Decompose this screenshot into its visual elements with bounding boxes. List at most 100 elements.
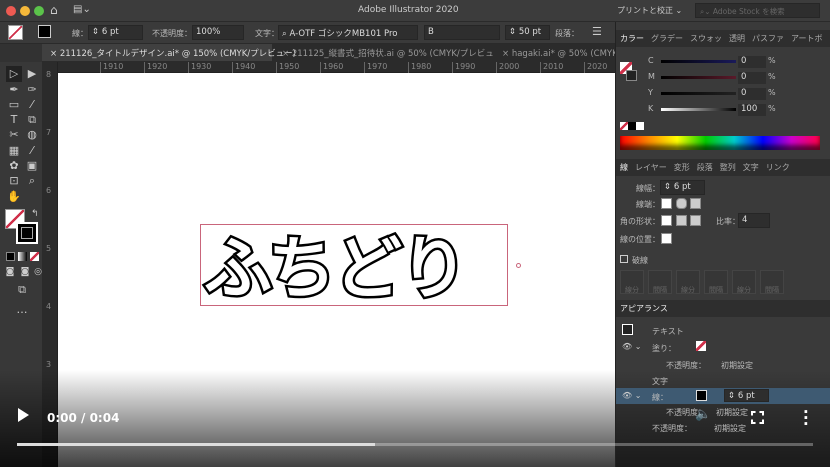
scale-tool-icon[interactable]: ⧉ — [24, 112, 40, 128]
tab-pathfinder[interactable]: パスファ — [752, 34, 784, 43]
channel-value[interactable]: 0 — [738, 88, 766, 100]
stock-search-input[interactable]: ⌕⌄ Adobe Stock を検索 — [695, 3, 820, 18]
tab-document-1[interactable]: × 211126_タイトルデザイン.ai* @ 150% (CMYK/プレビュー… — [42, 44, 296, 61]
edit-toolbar-icon[interactable]: … — [14, 302, 30, 318]
stroke-row-selected[interactable] — [616, 388, 830, 404]
stroke-black-swatch[interactable] — [696, 390, 707, 401]
bevel-join-button[interactable] — [690, 215, 701, 226]
channel-slider[interactable] — [661, 60, 736, 63]
channel-slider[interactable] — [661, 76, 736, 79]
color-spectrum[interactable] — [620, 136, 820, 150]
dashed-line-checkbox[interactable] — [620, 255, 628, 263]
stroke-weight-input[interactable]: ⇕ 6 pt — [660, 180, 705, 195]
tab-appearance[interactable]: アピアランス — [620, 304, 668, 313]
stroke-weight-field[interactable]: ⇕ 6 pt — [88, 25, 143, 40]
screen-mode-icon[interactable]: ⧉ — [14, 282, 30, 298]
fill-none-swatch[interactable] — [696, 341, 706, 351]
white-swatch[interactable] — [636, 122, 644, 130]
hand-tool-icon[interactable]: ✋ — [6, 189, 22, 205]
opacity-field[interactable]: 100% — [192, 25, 244, 40]
arrange-documents-icon[interactable]: ▤⌄ — [73, 4, 91, 15]
none-swatch[interactable] — [620, 122, 628, 130]
tab-transparency[interactable]: 透明 — [729, 34, 745, 43]
gradient-tool-icon[interactable]: ▦ — [6, 143, 22, 159]
tab-artboards[interactable]: アートボ — [791, 34, 823, 43]
text-handle[interactable] — [516, 263, 521, 268]
symbol-sprayer-tool-icon[interactable]: ✿ — [6, 158, 22, 174]
tab-swatches[interactable]: スウォッ — [690, 34, 722, 43]
minimize-window-button[interactable] — [20, 6, 30, 16]
fill-opacity-label[interactable]: 不透明度： — [666, 360, 706, 371]
stroke-color-swatch[interactable] — [16, 222, 38, 244]
curvature-tool-icon[interactable]: ✑ — [24, 82, 40, 98]
type-tool-icon[interactable]: T — [6, 112, 22, 128]
miter-join-button[interactable] — [661, 215, 672, 226]
align-left-icon[interactable]: ☰ — [592, 25, 602, 38]
fill-swatch[interactable] — [8, 25, 23, 40]
round-join-button[interactable] — [676, 215, 687, 226]
dash-field[interactable]: 間隔 — [704, 270, 728, 294]
panel-stroke-swatch[interactable] — [626, 70, 637, 81]
outlined-text-object[interactable]: ふちどり — [202, 213, 471, 312]
miter-limit-input[interactable]: 4 — [738, 213, 770, 228]
direct-selection-tool-icon[interactable]: ▶ — [24, 66, 40, 82]
dash-field[interactable]: 間隔 — [760, 270, 784, 294]
selection-tool-icon[interactable]: ▷ — [6, 66, 22, 82]
artboard-tool-icon[interactable]: ⊡ — [6, 173, 22, 189]
dash-field[interactable]: 線分 — [620, 270, 644, 294]
draw-normal-icon[interactable]: ◙ — [2, 264, 18, 280]
dash-field[interactable]: 線分 — [676, 270, 700, 294]
dash-field[interactable]: 間隔 — [648, 270, 672, 294]
eye-visibility-icon[interactable]: 👁 ⌄ — [622, 391, 641, 400]
rectangle-tool-icon[interactable]: ▭ — [6, 97, 22, 113]
eye-visibility-icon[interactable]: 👁 ⌄ — [622, 342, 641, 351]
channel-value[interactable]: 0 — [738, 72, 766, 84]
butt-cap-button[interactable] — [661, 198, 672, 209]
color-mode-icon[interactable] — [6, 252, 15, 261]
zoom-tool-icon[interactable]: ⌕ — [24, 173, 40, 189]
channel-slider[interactable] — [661, 108, 736, 111]
object-opacity-label[interactable]: 不透明度： — [652, 423, 692, 434]
zoom-window-button[interactable] — [34, 6, 44, 16]
volume-icon[interactable]: 🔈 — [695, 407, 711, 422]
channel-slider[interactable] — [661, 92, 736, 95]
home-icon[interactable]: ⌂ — [50, 3, 58, 17]
brush-tool-icon[interactable]: ⁄ — [24, 97, 40, 113]
tab-gradient[interactable]: グラデー — [651, 34, 683, 43]
gradient-mode-icon[interactable] — [18, 252, 27, 261]
tab-document-2[interactable]: × 211125_縦書式_招待状.ai @ 50% (CMYK/プレビュー) — [274, 44, 494, 61]
projecting-cap-button[interactable] — [690, 198, 701, 209]
channel-value[interactable]: 100 — [738, 104, 766, 116]
font-family-select[interactable]: ⌕ A-OTF ゴシックMB101 Pro — [278, 25, 418, 40]
tab-stroke[interactable]: 線 — [620, 163, 628, 172]
pen-tool-icon[interactable]: ✒ — [6, 82, 22, 98]
draw-inside-icon[interactable]: ◎ — [30, 264, 46, 280]
more-options-icon[interactable]: · · · — [803, 405, 809, 432]
tab-document-3[interactable]: × hagaki.ai* @ 50% (CMYK/プレビュー) — [494, 44, 615, 61]
eyedropper-tool-icon[interactable]: ⁄ — [24, 143, 40, 159]
video-progress-bar[interactable] — [17, 443, 813, 446]
dash-field[interactable]: 線分 — [732, 270, 756, 294]
tab-character[interactable]: 文字 — [743, 163, 759, 172]
scissors-tool-icon[interactable]: ✂ — [6, 127, 22, 143]
round-cap-button[interactable] — [676, 198, 687, 209]
tab-links[interactable]: リンク — [766, 163, 790, 172]
artboard-canvas[interactable]: ふちどり — [58, 73, 615, 467]
swap-colors-icon[interactable]: ↰ — [31, 209, 39, 219]
align-center-stroke-button[interactable] — [661, 233, 672, 244]
workspace-switcher[interactable]: プリントと校正 ⌄ — [617, 5, 682, 16]
tab-align[interactable]: 整列 — [720, 163, 736, 172]
graph-tool-icon[interactable]: ▣ — [24, 158, 40, 174]
play-icon[interactable] — [18, 408, 29, 422]
appearance-stroke-weight[interactable]: ⇕ 6 pt — [724, 389, 769, 402]
none-mode-icon[interactable] — [30, 252, 39, 261]
stroke-swatch[interactable] — [38, 25, 51, 38]
warp-tool-icon[interactable]: ◍ — [24, 127, 40, 143]
tab-paragraph[interactable]: 段落 — [697, 163, 713, 172]
close-window-button[interactable] — [6, 6, 16, 16]
tab-layers[interactable]: レイヤー — [635, 163, 667, 172]
font-style-select[interactable]: B — [424, 25, 500, 40]
tab-transform[interactable]: 変形 — [674, 163, 690, 172]
tab-color[interactable]: カラー — [620, 34, 644, 43]
channel-value[interactable]: 0 — [738, 56, 766, 68]
